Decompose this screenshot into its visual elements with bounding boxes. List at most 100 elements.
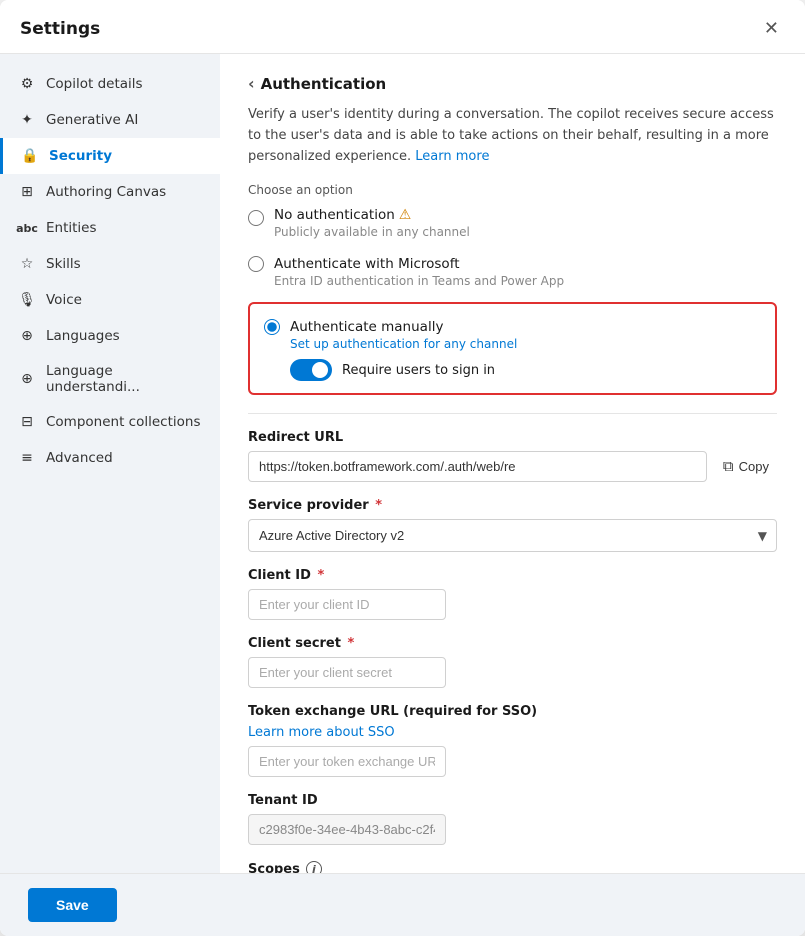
language-icon: ⊕ xyxy=(18,327,36,345)
language-understanding-icon: ⊕ xyxy=(18,370,36,388)
save-button[interactable]: Save xyxy=(28,888,117,922)
required-marker: * xyxy=(317,568,324,583)
sidebar-item-entities[interactable]: abc Entities xyxy=(0,210,220,246)
toggle-row: Require users to sign in xyxy=(290,359,761,381)
service-provider-select[interactable]: Azure Active Directory v2 xyxy=(248,519,777,552)
warning-icon: ⚠ xyxy=(399,207,412,223)
sidebar-item-label: Entities xyxy=(46,220,97,236)
star-icon: ☆ xyxy=(18,255,36,273)
sidebar-item-languages[interactable]: ⊕ Languages xyxy=(0,318,220,354)
microsoft-auth-radio[interactable] xyxy=(248,256,264,272)
no-auth-text: No authentication ⚠ Publicly available i… xyxy=(274,207,470,239)
section-description: Verify a user's identity during a conver… xyxy=(248,105,777,167)
sidebar-item-label: Language understandi... xyxy=(46,363,202,395)
client-id-input[interactable] xyxy=(248,589,446,620)
sidebar-item-voice[interactable]: 🎙 Voice xyxy=(0,282,220,318)
copy-icon: ⧉ xyxy=(723,458,734,475)
settings-modal: Settings ✕ ⚙ Copilot details ✦ Generativ… xyxy=(0,0,805,936)
sidebar-item-language-understanding[interactable]: ⊕ Language understandi... xyxy=(0,354,220,404)
microsoft-auth-sub: Entra ID authentication in Teams and Pow… xyxy=(274,274,564,288)
tenant-id-field: Tenant ID xyxy=(248,793,777,845)
scopes-field: Scopes i xyxy=(248,861,777,873)
toggle-slider xyxy=(290,359,332,381)
sidebar-item-label: Authoring Canvas xyxy=(46,184,166,200)
section-title: Authentication xyxy=(261,75,387,93)
sidebar-item-advanced[interactable]: ≡ Advanced xyxy=(0,440,220,476)
token-exchange-url-field: Token exchange URL (required for SSO) Le… xyxy=(248,704,777,777)
sidebar-item-label: Skills xyxy=(46,256,81,272)
client-secret-field: Client secret * xyxy=(248,636,777,688)
lock-icon: 🔒 xyxy=(21,147,39,165)
sidebar-item-label: Copilot details xyxy=(46,76,143,92)
client-id-label: Client ID * xyxy=(248,568,777,583)
redirect-url-label: Redirect URL xyxy=(248,430,777,445)
learn-more-link[interactable]: Learn more xyxy=(415,149,489,164)
sidebar-item-label: Advanced xyxy=(46,450,113,466)
section-divider xyxy=(248,413,777,414)
info-icon[interactable]: i xyxy=(306,861,322,873)
token-exchange-url-input[interactable] xyxy=(248,746,446,777)
service-provider-select-wrapper: Azure Active Directory v2 ▼ xyxy=(248,519,777,552)
microsoft-auth-text: Authenticate with Microsoft Entra ID aut… xyxy=(274,253,564,288)
section-nav: ‹ Authentication xyxy=(248,74,777,93)
no-auth-option: No authentication ⚠ Publicly available i… xyxy=(248,207,777,239)
manual-auth-text: Authenticate manually Set up authenticat… xyxy=(290,316,517,351)
client-id-field: Client ID * xyxy=(248,568,777,620)
sidebar-item-label: Generative AI xyxy=(46,112,138,128)
manual-auth-sub: Set up authentication for any channel xyxy=(290,337,517,351)
scopes-label-row: Scopes i xyxy=(248,861,777,873)
sparkle-icon: ✦ xyxy=(18,111,36,129)
manual-auth-label: Authenticate manually xyxy=(290,319,443,335)
no-auth-sub: Publicly available in any channel xyxy=(274,225,470,239)
token-label-row: Token exchange URL (required for SSO) xyxy=(248,704,777,719)
client-secret-input[interactable] xyxy=(248,657,446,688)
sidebar-item-skills[interactable]: ☆ Skills xyxy=(0,246,220,282)
sidebar-item-copilot-details[interactable]: ⚙ Copilot details xyxy=(0,66,220,102)
sidebar-item-security[interactable]: 🔒 Security xyxy=(0,138,220,174)
gear-icon: ⚙ xyxy=(18,75,36,93)
component-icon: ⊟ xyxy=(18,413,36,431)
manual-auth-radio[interactable] xyxy=(264,319,280,335)
modal-title: Settings xyxy=(20,19,100,39)
microsoft-auth-option: Authenticate with Microsoft Entra ID aut… xyxy=(248,253,777,288)
modal-footer: Save xyxy=(0,873,805,936)
main-content: ‹ Authentication Verify a user's identit… xyxy=(220,54,805,873)
choose-option-label: Choose an option xyxy=(248,183,777,197)
tenant-id-label: Tenant ID xyxy=(248,793,777,808)
mic-icon: 🎙 xyxy=(18,291,36,309)
redirect-url-input[interactable] xyxy=(248,451,707,482)
sidebar-item-authoring-canvas[interactable]: ⊞ Authoring Canvas xyxy=(0,174,220,210)
token-learn-link[interactable]: Learn more about SSO xyxy=(248,725,777,740)
redirect-url-field: Redirect URL ⧉ Copy xyxy=(248,430,777,482)
modal-body: ⚙ Copilot details ✦ Generative AI 🔒 Secu… xyxy=(0,54,805,873)
sidebar-item-label: Languages xyxy=(46,328,120,344)
toggle-label: Require users to sign in xyxy=(342,363,495,378)
sidebar-item-generative-ai[interactable]: ✦ Generative AI xyxy=(0,102,220,138)
sidebar-item-label: Voice xyxy=(46,292,82,308)
grid-icon: ⊞ xyxy=(18,183,36,201)
redirect-url-row: ⧉ Copy xyxy=(248,451,777,482)
sidebar-item-label: Security xyxy=(49,148,112,164)
tenant-id-input[interactable] xyxy=(248,814,446,845)
close-button[interactable]: ✕ xyxy=(758,16,785,41)
client-secret-label: Client secret * xyxy=(248,636,777,651)
required-marker: * xyxy=(375,498,382,513)
require-signin-toggle[interactable] xyxy=(290,359,332,381)
sidebar-item-label: Component collections xyxy=(46,414,200,430)
sidebar-item-component-collections[interactable]: ⊟ Component collections xyxy=(0,404,220,440)
no-auth-radio[interactable] xyxy=(248,210,264,226)
back-arrow-icon[interactable]: ‹ xyxy=(248,74,255,93)
service-provider-field: Service provider * Azure Active Director… xyxy=(248,498,777,552)
manual-auth-option: Authenticate manually Set up authenticat… xyxy=(264,316,761,351)
service-provider-label: Service provider * xyxy=(248,498,777,513)
sidebar: ⚙ Copilot details ✦ Generative AI 🔒 Secu… xyxy=(0,54,220,873)
copy-button[interactable]: ⧉ Copy xyxy=(715,454,777,479)
microsoft-auth-label: Authenticate with Microsoft xyxy=(274,256,460,272)
modal-header: Settings ✕ xyxy=(0,0,805,54)
token-exchange-label: Token exchange URL (required for SSO) xyxy=(248,704,537,719)
copy-label: Copy xyxy=(739,459,769,474)
required-marker: * xyxy=(348,636,355,651)
manual-auth-box: Authenticate manually Set up authenticat… xyxy=(248,302,777,395)
no-auth-label: No authentication xyxy=(274,207,395,223)
entities-icon: abc xyxy=(18,219,36,237)
